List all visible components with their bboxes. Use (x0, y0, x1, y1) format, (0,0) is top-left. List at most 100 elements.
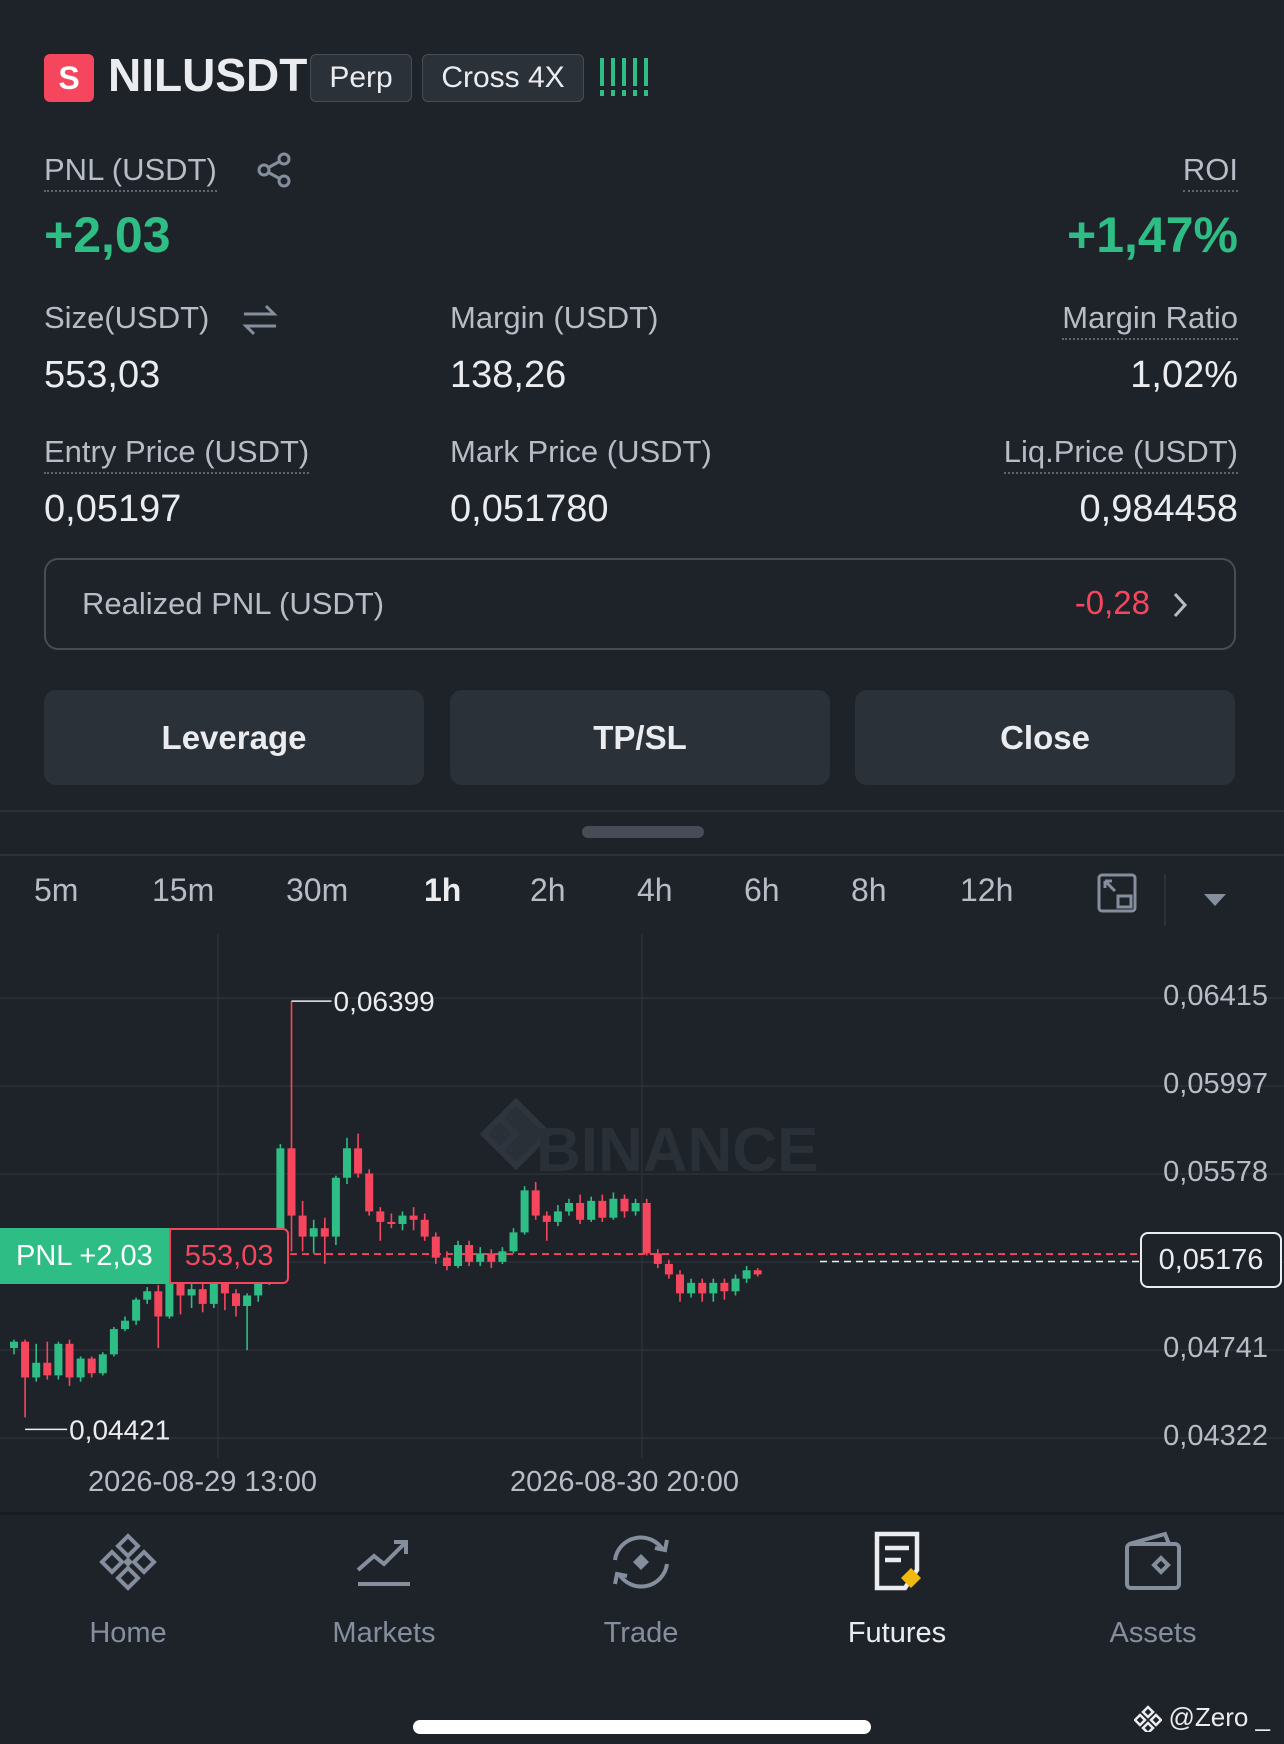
candle-body (398, 1215, 407, 1224)
margin-mode-tag[interactable]: Cross 4X (422, 54, 584, 102)
candle-body (653, 1253, 662, 1264)
candle-body (698, 1282, 707, 1294)
date-label-2: 2026-08-30 20:00 (510, 1466, 739, 1498)
margin-ratio-label[interactable]: Margin Ratio (1062, 300, 1238, 340)
realized-pnl-value: -0,28 (1074, 584, 1150, 621)
candle-body (509, 1232, 518, 1252)
candle-body (431, 1236, 440, 1258)
current-price-box: 0,05176 (1140, 1232, 1282, 1289)
high-price-label: 0,06399 (334, 986, 435, 1017)
nav-home[interactable]: Home (18, 1530, 238, 1650)
assets-wallet-icon (1125, 1531, 1181, 1590)
price-axis-label: 0,04322 (1163, 1420, 1268, 1452)
nav-trade[interactable]: Trade (531, 1530, 751, 1650)
chart-grid (0, 934, 1284, 1458)
candle-body (454, 1245, 462, 1267)
size-value: 553,03 (44, 354, 161, 396)
mark-price-value: 0,051780 (450, 488, 609, 530)
margin-ratio-value: 1,02% (1130, 354, 1238, 396)
position-tag[interactable]: PNL +2,03 553,03 (0, 1228, 290, 1285)
binance-watermark: BINANCE (479, 1097, 818, 1185)
candle-body (387, 1221, 396, 1224)
candle-body (720, 1282, 729, 1292)
candle-body (742, 1270, 751, 1279)
realized-pnl-row[interactable]: Realized PNL (USDT) -0,28 (44, 558, 1236, 650)
pnl-label[interactable]: PNL (USDT) (44, 152, 217, 192)
candle-body (76, 1358, 85, 1378)
adl-indicator-icon[interactable] (600, 58, 648, 96)
caret-down-icon[interactable] (1202, 892, 1228, 908)
candle-body (21, 1341, 30, 1378)
timeframe-1h[interactable]: 1h (424, 872, 461, 909)
toolbar-divider (1164, 874, 1166, 926)
nav-futures[interactable]: Futures (787, 1530, 1007, 1650)
liq-price-label[interactable]: Liq.Price (USDT) (1003, 434, 1238, 474)
close-position-button[interactable]: Close (855, 690, 1235, 785)
entry-price-label[interactable]: Entry Price (USDT) (44, 434, 310, 474)
candle-body (121, 1320, 129, 1330)
entry-price-value: 0,05197 (44, 488, 182, 530)
timeframe-15m[interactable]: 15m (152, 872, 214, 909)
candle-body (576, 1202, 585, 1220)
nav-trade-label: Trade (603, 1617, 679, 1649)
timeframe-4h[interactable]: 4h (637, 872, 673, 909)
size-label: Size(USDT) (44, 300, 210, 335)
candle-body (232, 1293, 240, 1306)
price-axis-label: 0,05578 (1163, 1156, 1268, 1188)
margin-value: 138,26 (450, 354, 567, 396)
timeframe-8h[interactable]: 8h (851, 872, 887, 909)
candle-body (676, 1274, 684, 1294)
binance-logo-icon (1134, 1704, 1163, 1732)
candle-body (376, 1211, 385, 1222)
futures-document-icon (874, 1531, 921, 1591)
candle-body (520, 1190, 529, 1233)
swap-units-icon[interactable] (240, 302, 280, 338)
candle-body (598, 1200, 607, 1218)
timeframe-30m[interactable]: 30m (286, 872, 348, 909)
timeframe-6h[interactable]: 6h (744, 872, 780, 909)
candlestick-chart[interactable]: BINANCE 0,06399 0,04421 (0, 934, 1284, 1516)
size-tag: 553,03 (168, 1228, 290, 1285)
nav-assets[interactable]: Assets (1043, 1530, 1263, 1650)
candle-body (587, 1200, 596, 1220)
timeframe-5m[interactable]: 5m (34, 872, 78, 909)
nav-markets-label: Markets (332, 1617, 436, 1649)
share-icon[interactable] (256, 152, 292, 188)
roi-label[interactable]: ROI (1182, 152, 1238, 192)
candle-body (187, 1289, 196, 1296)
candle-body (320, 1228, 329, 1237)
drag-handle[interactable] (582, 826, 704, 838)
fullscreen-icon[interactable] (1096, 872, 1138, 914)
symbol-badge: S (44, 54, 94, 102)
candle-body (476, 1253, 485, 1262)
leverage-button[interactable]: Leverage (44, 690, 424, 785)
candle-body (10, 1341, 18, 1349)
candle-body (687, 1282, 696, 1294)
candle-body (731, 1278, 740, 1292)
perp-tag: Perp (310, 54, 412, 102)
symbol-name[interactable]: NILUSDT (108, 48, 307, 102)
candle-body (143, 1291, 152, 1300)
timeframe-2h[interactable]: 2h (530, 872, 566, 909)
realized-pnl-label: Realized PNL (USDT) (82, 586, 385, 621)
price-axis-label: 0,05997 (1163, 1068, 1268, 1100)
nav-futures-label: Futures (847, 1617, 947, 1649)
candle-body (209, 1282, 218, 1304)
nav-markets[interactable]: Markets (274, 1530, 494, 1650)
candle-body (609, 1198, 618, 1218)
date-label-1: 2026-08-29 13:00 (88, 1466, 317, 1498)
candle-body (65, 1343, 74, 1378)
price-axis-label: 0,04741 (1163, 1332, 1268, 1364)
low-price-label: 0,04421 (69, 1414, 170, 1445)
candles-group (10, 1001, 762, 1418)
candle-body (98, 1354, 107, 1374)
candle-body (331, 1177, 340, 1237)
home-indicator (413, 1720, 871, 1734)
candle-body (753, 1270, 762, 1275)
nav-home-label: Home (89, 1617, 167, 1649)
chevron-right-icon (1173, 592, 1188, 618)
candle-body (154, 1291, 163, 1317)
trade-exchange-icon (613, 1535, 669, 1589)
tpsl-button[interactable]: TP/SL (450, 690, 830, 785)
timeframe-12h[interactable]: 12h (960, 872, 1013, 909)
